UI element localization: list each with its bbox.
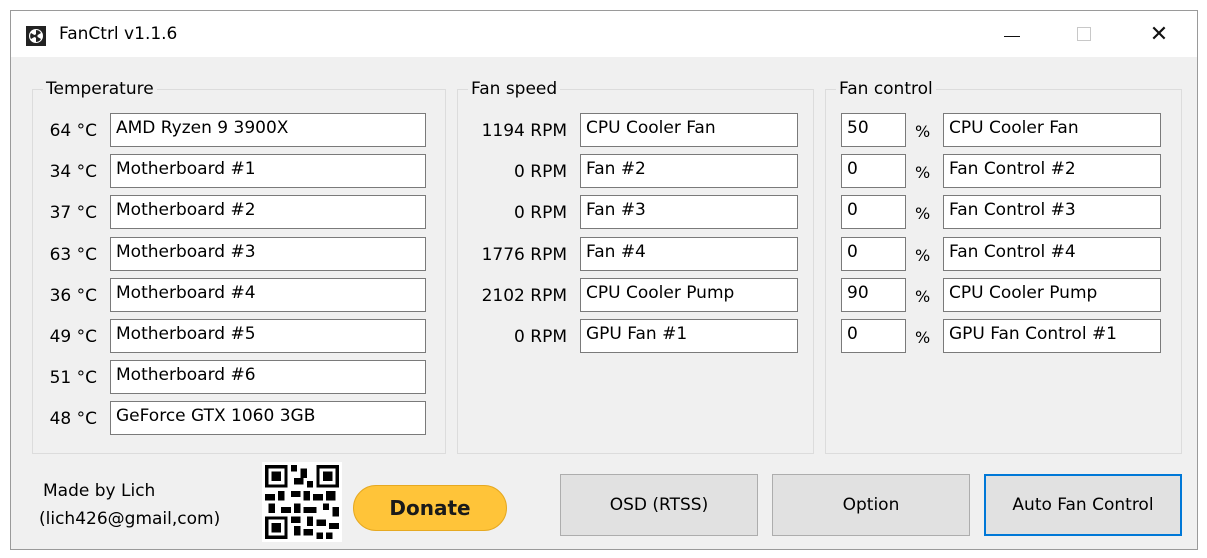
fan-speed-name[interactable]: GPU Fan #1 (580, 319, 798, 353)
close-button[interactable]: ✕ (1136, 11, 1182, 57)
maximize-button[interactable] (1061, 11, 1107, 57)
temperature-value: 64 °C (49, 121, 97, 141)
fan-speed-name[interactable]: Fan #4 (580, 236, 798, 271)
percent-label: % (915, 328, 931, 347)
temperature-value: 51 °C (49, 368, 97, 389)
temperature-value: 63 °C (49, 244, 97, 265)
temperature-sensor-name[interactable]: Motherboard #5 (110, 319, 426, 353)
title-bar: FanCtrl v1.1.6 ✕ (11, 11, 1197, 57)
fan-speed-value: 2102 RPM (481, 285, 567, 306)
temperature-sensor-name[interactable]: Motherboard #6 (110, 360, 426, 395)
fan-control-percent-input[interactable]: 0 (841, 236, 906, 271)
fan-speed-name[interactable]: CPU Cooler Pump (580, 277, 798, 312)
temperature-sensor-name[interactable]: Motherboard #3 (110, 236, 426, 271)
maximize-icon (1077, 27, 1091, 41)
percent-label: % (915, 122, 931, 141)
temperature-sensor-name[interactable]: Motherboard #4 (110, 277, 426, 312)
fan-speed-value: 0 RPM (514, 203, 567, 224)
fan-control-name[interactable]: Fan Control #4 (943, 236, 1161, 271)
fan-control-name[interactable]: CPU Cooler Fan (943, 113, 1161, 147)
temperature-value: 49 °C (49, 327, 97, 347)
fan-control-group-title: Fan control (836, 79, 936, 99)
fan-control-percent-input[interactable]: 90 (841, 277, 906, 312)
fan-speed-name[interactable]: CPU Cooler Fan (580, 113, 798, 147)
fan-speed-value: 0 RPM (514, 162, 567, 183)
credit-email: (lich426@gmail,com) (39, 509, 221, 529)
percent-label: % (915, 245, 931, 265)
temperature-sensor-name[interactable]: Motherboard #2 (110, 195, 426, 230)
donate-button[interactable]: Donate (353, 485, 507, 531)
minimize-icon (1004, 35, 1020, 37)
osd-rtss-button[interactable]: OSD (RTSS) (560, 474, 758, 536)
fan-control-percent-input[interactable]: 0 (841, 319, 906, 353)
temperature-sensor-name[interactable]: AMD Ryzen 9 3900X (110, 113, 426, 147)
fan-control-percent-input[interactable]: 0 (841, 195, 906, 230)
temperature-value: 36 °C (49, 285, 97, 306)
temperature-sensor-name[interactable]: Motherboard #1 (110, 154, 426, 189)
fan-speed-name[interactable]: Fan #3 (580, 195, 798, 230)
fan-speed-value: 1194 RPM (481, 121, 567, 141)
percent-label: % (915, 204, 931, 224)
fan-control-name[interactable]: GPU Fan Control #1 (943, 319, 1161, 353)
fan-speed-value: 1776 RPM (481, 244, 567, 265)
fan-control-percent-input[interactable]: 50 (841, 113, 906, 147)
percent-label: % (915, 163, 931, 183)
auto-fan-control-button[interactable]: Auto Fan Control (984, 474, 1182, 536)
fan-control-name[interactable]: Fan Control #2 (943, 154, 1161, 189)
temperature-sensor-name[interactable]: GeForce GTX 1060 3GB (110, 401, 426, 436)
temperature-value: 48 °C (49, 409, 97, 430)
app-window: FanCtrl v1.1.6 ✕ Temperature 64 °C AMD Ry… (10, 10, 1198, 550)
qr-code-icon[interactable] (262, 462, 342, 542)
option-button[interactable]: Option (772, 474, 970, 536)
fan-control-name[interactable]: Fan Control #3 (943, 195, 1161, 230)
temperature-group-title: Temperature (43, 79, 157, 99)
minimize-button[interactable] (989, 11, 1035, 57)
fan-control-name[interactable]: CPU Cooler Pump (943, 277, 1161, 312)
percent-label: % (915, 286, 931, 306)
fan-speed-group-title: Fan speed (468, 79, 561, 99)
window-title: FanCtrl v1.1.6 (59, 24, 178, 44)
fan-icon (26, 26, 46, 46)
temperature-value: 37 °C (49, 203, 97, 224)
fan-control-percent-input[interactable]: 0 (841, 154, 906, 189)
close-icon: ✕ (1149, 21, 1169, 47)
fan-speed-name[interactable]: Fan #2 (580, 154, 798, 189)
fan-speed-value: 0 RPM (514, 327, 567, 347)
temperature-value: 34 °C (49, 162, 97, 183)
credit-name: Made by Lich (43, 481, 156, 501)
